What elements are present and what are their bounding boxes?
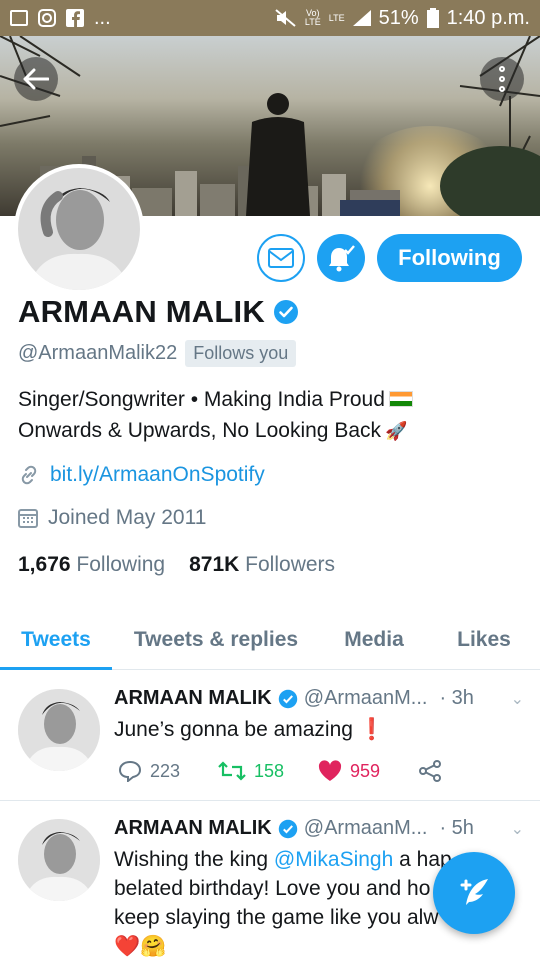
more-dot-icon — [499, 76, 505, 82]
tweet-header: ARMAAN MALIK @ArmaanM... · 3h ⌄ — [114, 687, 524, 710]
heart-icon — [318, 760, 342, 781]
tweet-author-handle: @ArmaanM... — [303, 687, 428, 709]
compose-tweet-button[interactable] — [433, 852, 515, 934]
bio-line-2: Onwards & Upwards, No Looking Back — [18, 419, 381, 442]
tweet-item[interactable]: ARMAAN MALIK @ArmaanM... · 3h ⌄ June’s g… — [0, 671, 540, 801]
lte-label: LTE — [328, 12, 345, 23]
message-button[interactable] — [257, 234, 305, 282]
banner-person-silhouette — [246, 93, 310, 216]
more-dot-icon — [499, 66, 505, 72]
tweet-actions: 223 158 959 — [118, 759, 518, 783]
calendar-icon — [18, 509, 38, 528]
tweet-mention-link[interactable]: @MikaSingh — [274, 848, 393, 871]
joined-row: Joined May 2011 — [18, 506, 206, 530]
profile-name: ARMAAN MALIK — [18, 294, 265, 329]
tweet-text: June’s gonna be amazing ❗ — [114, 718, 385, 741]
profile-avatar[interactable] — [14, 164, 144, 294]
bell-check-icon — [329, 245, 355, 272]
reply-action[interactable]: 223 — [118, 760, 218, 782]
tab-tweets[interactable]: Tweets — [0, 612, 112, 670]
link-icon — [21, 465, 37, 485]
following-button[interactable]: Following — [377, 234, 522, 282]
tweet-avatar[interactable] — [18, 689, 100, 771]
retweet-icon — [218, 761, 246, 781]
profile-handle: @ArmaanMalik22 — [18, 342, 178, 364]
like-count: 959 — [350, 760, 381, 781]
arrow-left-icon — [23, 68, 49, 90]
envelope-icon — [268, 248, 294, 268]
tab-tweets-replies[interactable]: Tweets & replies — [112, 612, 320, 668]
verified-badge-icon — [278, 689, 297, 708]
image-icon — [10, 10, 28, 26]
follows-you-badge: Follows you — [185, 340, 297, 367]
battery-percent: 51% — [378, 6, 419, 29]
tweet-author-name[interactable]: ARMAAN MALIK — [114, 817, 272, 840]
tweet-author-handle: @ArmaanM... — [303, 817, 428, 839]
like-action[interactable]: 959 — [318, 760, 418, 782]
battery-icon — [426, 8, 439, 28]
chevron-down-icon[interactable]: ⌄ — [511, 689, 524, 709]
mute-icon — [275, 9, 296, 27]
bio-line-1: Singer/Songwriter • Making India Proud — [18, 388, 385, 411]
verified-badge-icon — [278, 819, 297, 838]
compose-feather-icon — [460, 879, 488, 905]
tweet-avatar-photo — [18, 819, 100, 901]
following-count-link[interactable]: 1,676 Following — [18, 553, 165, 577]
profile-bio: Singer/Songwriter • Making India Proud O… — [18, 384, 528, 447]
following-count: 1,676 — [18, 553, 71, 576]
profile-link[interactable]: bit.ly/ArmaanOnSpotify — [50, 463, 265, 487]
avatar-photo — [18, 168, 140, 290]
tweet-author-name[interactable]: ARMAAN MALIK — [114, 687, 272, 710]
back-button[interactable] — [14, 57, 58, 101]
profile-name-row: ARMAAN MALIK — [18, 294, 299, 330]
profile-tabs: Tweets Tweets & replies Media Likes — [0, 612, 540, 670]
facebook-icon — [66, 9, 84, 27]
status-bar: ... Vo) LTE LTE 51% 1:40 p.m. — [0, 0, 540, 36]
signal-icon — [352, 10, 371, 26]
profile-link-row[interactable]: bit.ly/ArmaanOnSpotify — [18, 463, 265, 487]
retweet-count: 158 — [254, 760, 285, 781]
rocket-icon: 🚀 — [385, 421, 408, 441]
tweet-time: · 5h — [439, 817, 474, 839]
more-dot-icon — [499, 86, 505, 92]
notifications-button[interactable] — [317, 234, 365, 282]
tab-likes[interactable]: Likes — [428, 612, 540, 668]
followers-count-link[interactable]: 871K Followers — [189, 553, 335, 577]
tweet-avatar[interactable] — [18, 819, 100, 901]
retweet-action[interactable]: 158 — [218, 761, 318, 782]
chevron-down-icon[interactable]: ⌄ — [511, 819, 524, 839]
tweet-header: ARMAAN MALIK @ArmaanM... · 5h ⌄ — [114, 817, 524, 840]
share-icon — [419, 760, 441, 782]
verified-badge-icon — [273, 300, 298, 324]
reply-icon — [118, 760, 142, 782]
more-options-button[interactable] — [480, 57, 524, 101]
joined-date: Joined May 2011 — [48, 506, 207, 529]
tab-media[interactable]: Media — [320, 612, 428, 668]
follow-counts: 1,676 Following 871K Followers — [18, 553, 335, 577]
status-dots: ... — [94, 6, 111, 29]
tweet-time: · 3h — [439, 687, 474, 709]
clock: 1:40 p.m. — [446, 6, 530, 29]
handle-row: @ArmaanMalik22 Follows you — [18, 340, 297, 367]
volte-label: Vo) LTE — [304, 8, 321, 27]
india-flag-icon — [388, 391, 413, 407]
reply-count: 223 — [150, 760, 181, 781]
tweet-emoji-line: ❤️🤗 — [114, 935, 167, 958]
instagram-icon — [38, 9, 56, 27]
followers-count: 871K — [189, 553, 240, 576]
tweet-avatar-photo — [18, 689, 100, 771]
share-action[interactable] — [418, 759, 518, 783]
